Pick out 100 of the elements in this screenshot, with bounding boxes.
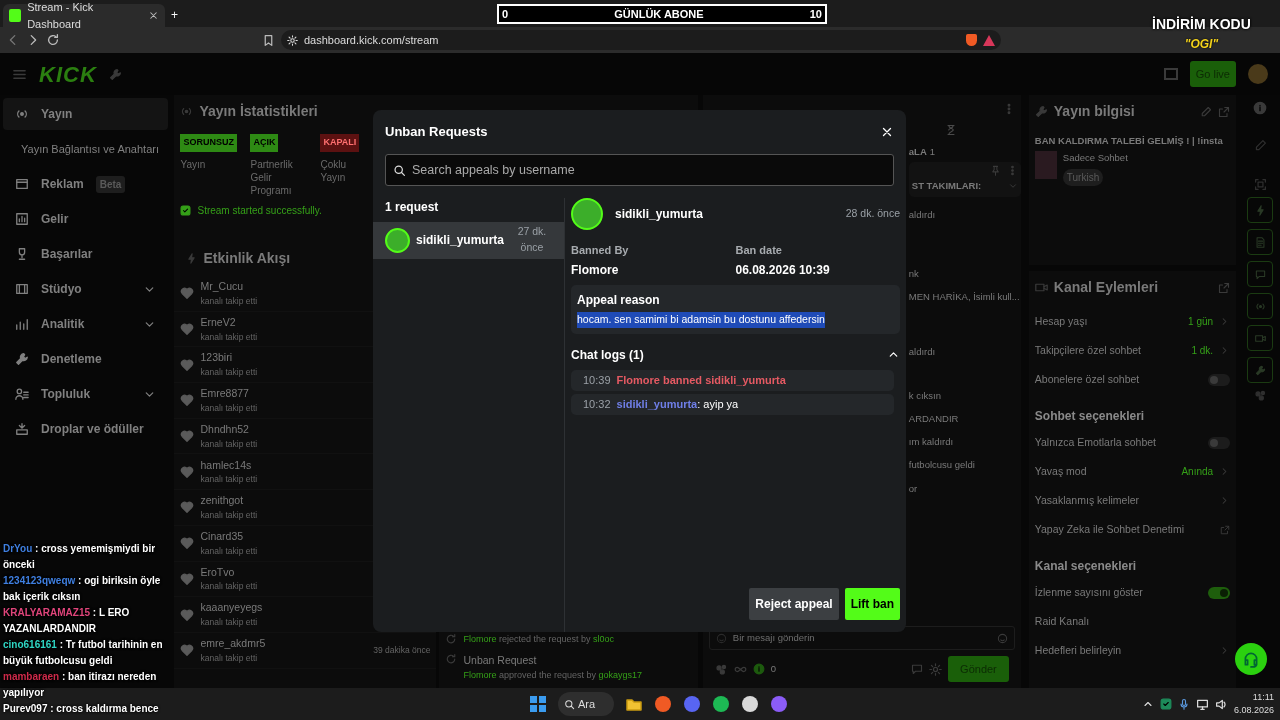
heart-icon <box>180 429 195 444</box>
tab-close-icon[interactable] <box>148 10 159 21</box>
shield-icon[interactable] <box>966 34 977 46</box>
event-action: kanalı takip etti <box>200 473 259 487</box>
chat-icon[interactable] <box>911 663 924 675</box>
sidebar-item[interactable]: Başarılar <box>3 238 169 270</box>
setting-row[interactable]: Yavaş mod Anında <box>1034 457 1231 486</box>
sidebar-item[interactable]: Analitik <box>3 308 169 340</box>
setting-row[interactable]: Takipçilere özel sohbet 1 dk. <box>1034 336 1231 365</box>
chat-overlay-message: KRALYARAMAZ15 : L ERO YAZANLARDANDIR <box>3 606 131 636</box>
log-text: Flomore approved the request by gokaygs17 <box>463 668 643 682</box>
sidebar-item-icon <box>15 317 29 331</box>
avatar[interactable] <box>1248 64 1268 84</box>
detail-time: 28 dk. önce <box>845 205 900 221</box>
bolt-button[interactable] <box>1247 197 1274 223</box>
kick-logo[interactable]: KICK <box>39 57 97 91</box>
heart-icon <box>180 322 195 337</box>
toggle-switch[interactable] <box>1208 373 1231 386</box>
detail-username: sidikli_yumurta <box>615 205 705 223</box>
setting-row[interactable]: Hedefleri belirleyin <box>1034 636 1231 665</box>
windows-start-icon[interactable] <box>529 696 546 712</box>
microphone-icon[interactable] <box>1177 698 1190 710</box>
category-thumbnail <box>1034 151 1057 180</box>
request-item[interactable]: sidikli_yumurta 27 dk. önce <box>373 221 564 259</box>
clock[interactable]: 11:11 6.08.2026 <box>1233 690 1274 718</box>
chat-logs-toggle[interactable]: Chat logs (1) <box>571 345 900 364</box>
chat-overlay-message: Purev097 : cross kaldırma bence <box>3 702 159 716</box>
avatar <box>385 227 410 253</box>
wrench-icon <box>1254 364 1266 376</box>
sidebar-item[interactable]: Yayın Bağlantısı ve Anahtarı <box>3 133 169 165</box>
bookmark-icon[interactable] <box>262 33 275 47</box>
group-icon[interactable] <box>1253 389 1267 402</box>
support-button[interactable] <box>1235 643 1267 675</box>
chat-button[interactable] <box>1247 261 1274 287</box>
toggle-switch[interactable] <box>1208 436 1231 449</box>
site-settings-icon[interactable] <box>287 34 298 46</box>
setting-row[interactable]: Yapay Zeka ile Sohbet Denetimi <box>1034 515 1231 544</box>
search-field[interactable]: Search appeals by username <box>385 153 894 186</box>
event-user: emre_akdmr5 <box>200 635 267 651</box>
setting-row[interactable]: Yasaklanmış kelimeler <box>1034 486 1231 515</box>
emoji-icon[interactable] <box>996 632 1008 644</box>
volume-icon[interactable] <box>1214 697 1228 711</box>
sidebar-item[interactable]: Droplar ve ödüller <box>3 413 169 445</box>
taskbar-search[interactable]: Ara <box>557 692 614 716</box>
request-count: 1 request <box>384 198 440 216</box>
sidebar-item[interactable]: Reklam Beta <box>3 168 169 200</box>
lift-ban-button[interactable]: Lift ban <box>844 588 900 620</box>
setting-row[interactable]: Hesap yaşı 1 gün <box>1034 307 1231 336</box>
setting-label: Abonelere özel sohbet <box>1034 371 1141 387</box>
sidebar-item-icon <box>15 352 29 366</box>
chat-message: k cıksın <box>908 388 942 403</box>
modal-title: Unban Requests <box>385 123 488 141</box>
setting-row[interactable]: Raid Kanalı <box>1034 607 1231 636</box>
camera-button[interactable] <box>1247 325 1274 351</box>
folder-icon[interactable] <box>625 696 642 712</box>
focus-icon[interactable] <box>1253 178 1267 191</box>
reload-icon[interactable] <box>46 33 60 47</box>
reject-button[interactable]: Reject appeal <box>749 588 839 620</box>
sidebar-item[interactable]: Yayın <box>3 98 169 130</box>
sidebar-item[interactable]: Denetleme <box>3 343 169 375</box>
wrench-icon <box>1034 105 1048 118</box>
panel-title: Yayın bilgisi <box>1053 102 1136 121</box>
new-tab-button[interactable]: + <box>171 6 178 24</box>
history-icon <box>445 652 458 665</box>
info-icon[interactable] <box>1253 101 1268 115</box>
heart-icon <box>180 393 195 408</box>
event-action: kanalı takip etti <box>200 580 259 594</box>
chat-overlay-message: 1234123qweqw : ogi biriksin öyle bak içerik cıksın <box>3 574 162 604</box>
edit-icon[interactable] <box>1200 105 1213 118</box>
camera-icon <box>1034 281 1048 294</box>
pin-icon[interactable] <box>989 165 1001 177</box>
heart-icon <box>180 607 195 622</box>
wrench-button[interactable] <box>1247 357 1274 383</box>
edit-icon[interactable] <box>1253 139 1267 152</box>
event-action: kanalı takip etti <box>200 294 259 308</box>
heart-icon <box>180 536 195 551</box>
sidebar-item[interactable]: Topluluk <box>3 378 169 410</box>
sidebar-item-icon <box>15 177 29 191</box>
broadcast-button[interactable] <box>1247 293 1274 319</box>
chat-overlay-message: DrYou : cross yememişmiydi bir önceki <box>3 542 157 572</box>
document-icon <box>1254 236 1266 248</box>
sidebar-item-icon <box>15 282 29 296</box>
emotes-icon[interactable] <box>714 662 728 676</box>
document-button[interactable] <box>1247 229 1274 255</box>
settings-icon[interactable] <box>929 662 943 676</box>
event-action: kanalı takip etti <box>200 401 259 415</box>
bolt-icon <box>186 252 198 264</box>
event-action: kanalı takip etti <box>200 437 259 451</box>
event-action: kanalı takip etti <box>200 651 259 665</box>
points-count: 0 <box>770 661 777 676</box>
promo-title: İNDİRİM KODU <box>1152 15 1251 34</box>
network-icon[interactable] <box>1195 697 1209 711</box>
popout-icon[interactable] <box>1218 105 1231 118</box>
browser-tab[interactable]: Stream - Kick Dashboard <box>3 4 165 27</box>
address-bar[interactable]: dashboard.kick.com/stream <box>281 30 1001 50</box>
panel-title: Kanal Eylemleri <box>1053 278 1160 297</box>
sidebar-item[interactable]: Stüdyo <box>3 273 169 305</box>
toggle-switch[interactable] <box>1208 586 1231 599</box>
popout-icon[interactable] <box>1218 281 1231 294</box>
sidebar-item[interactable]: Gelir <box>3 203 169 235</box>
